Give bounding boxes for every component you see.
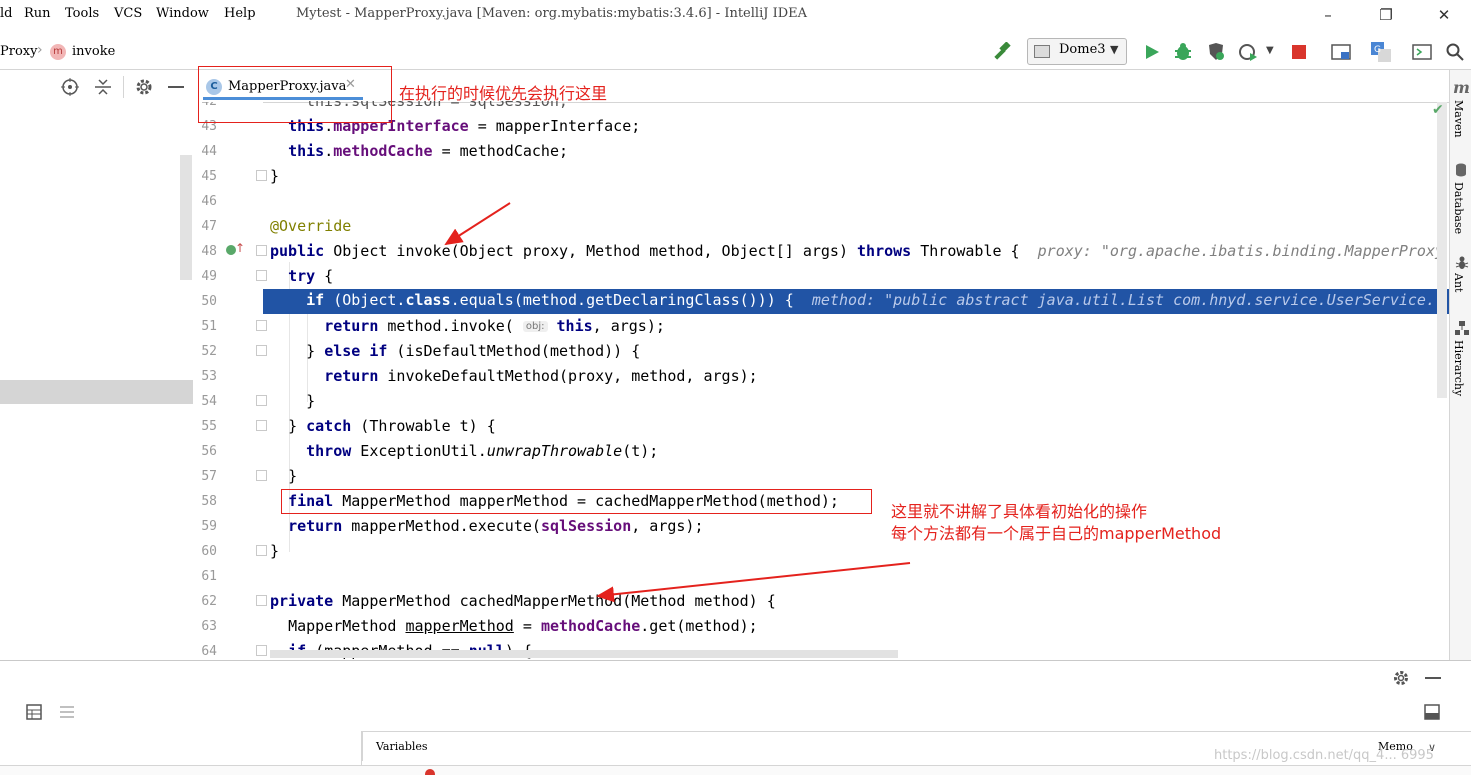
layout-settings-icon[interactable] (1424, 704, 1442, 722)
arrow-to-invoke (444, 202, 511, 246)
threads-icon[interactable] (59, 705, 75, 719)
debug-settings-gear-icon[interactable] (1392, 669, 1410, 687)
arrow-to-cached-mapper-method (596, 562, 911, 603)
variables-label: Variables (376, 740, 428, 753)
frames-table-icon[interactable] (26, 704, 42, 720)
variable-error-icon (425, 769, 435, 775)
variables-first-row[interactable] (0, 765, 1471, 775)
watermark: https://blog.csdn.net/qq_4... 6995 (1214, 748, 1434, 763)
hide-debug-panel-icon[interactable] (1425, 677, 1441, 680)
annotation-arrows (444, 202, 911, 603)
